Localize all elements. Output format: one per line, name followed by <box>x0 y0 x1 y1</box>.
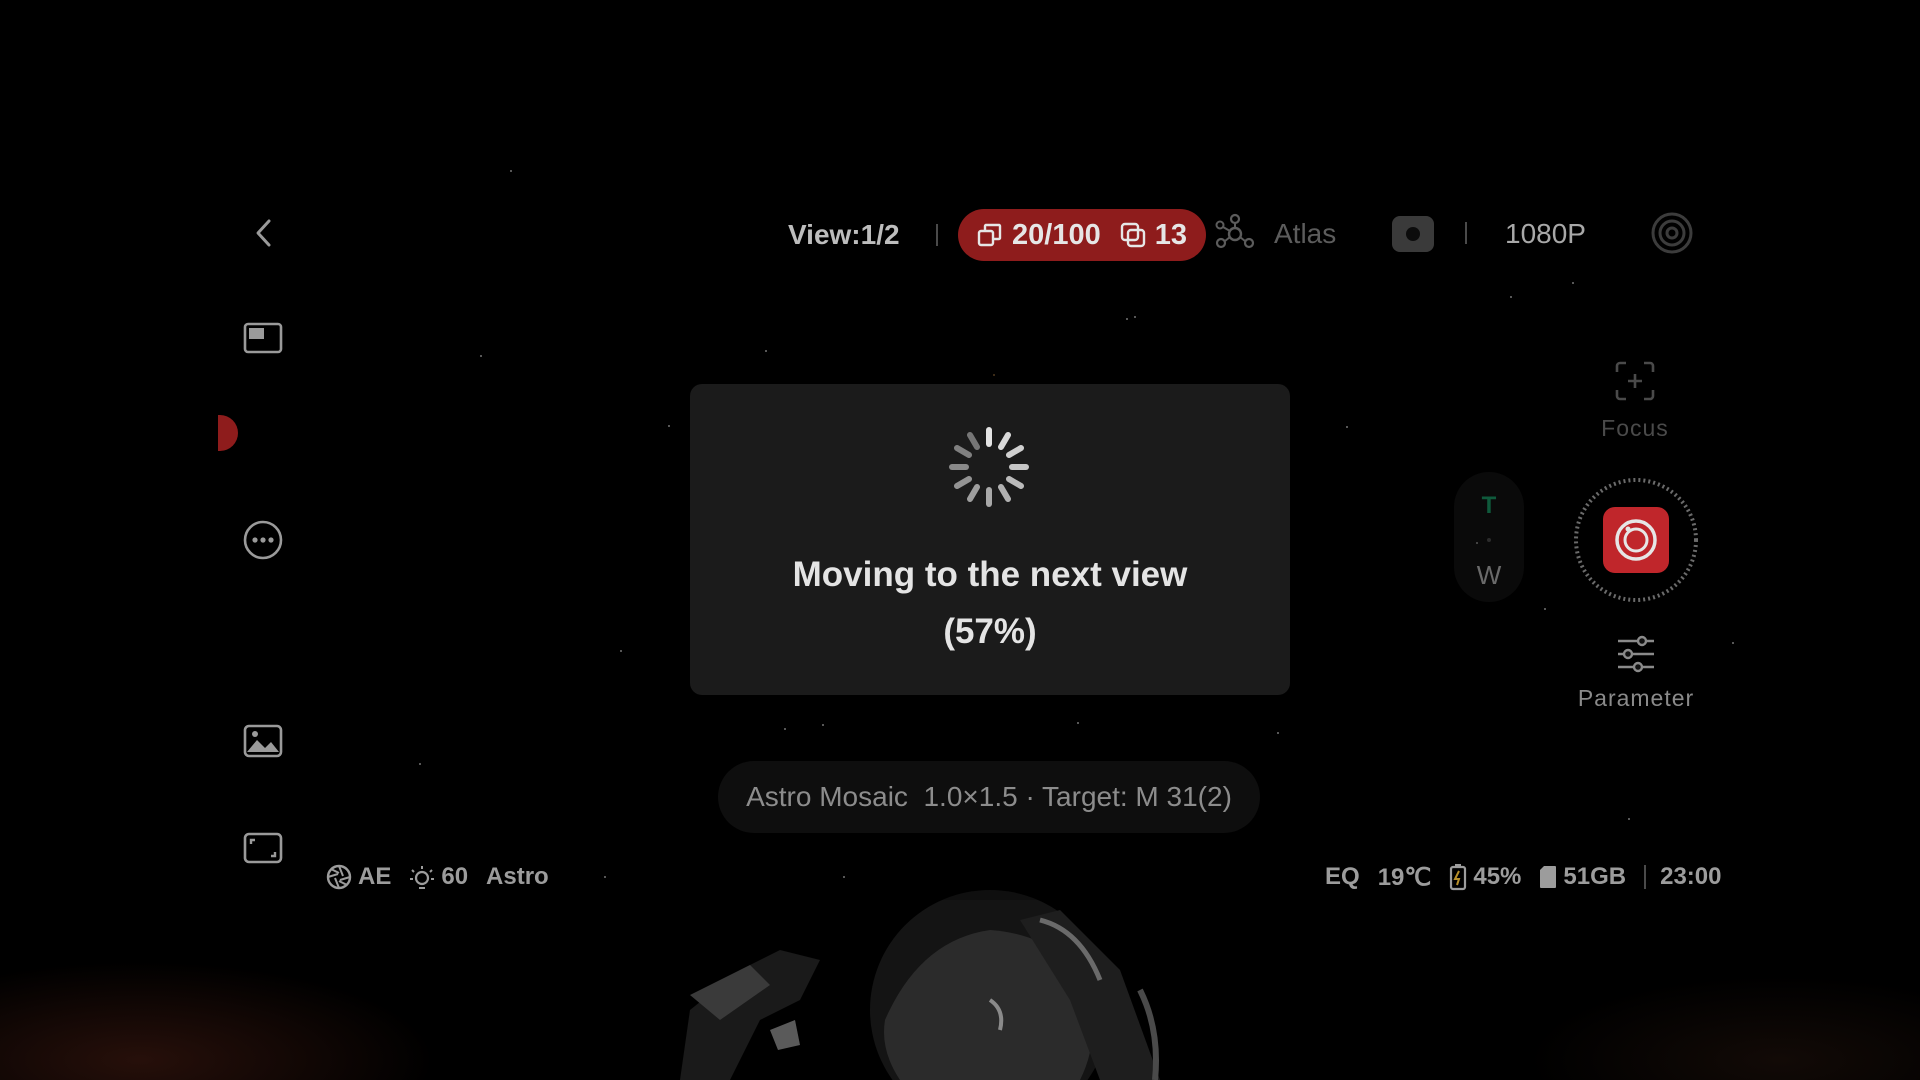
exposure-mode[interactable]: AE <box>326 863 391 891</box>
dialog-title: Moving to the next view <box>792 555 1188 594</box>
zoom-tele[interactable]: T <box>1454 492 1524 520</box>
parameter-label: Parameter <box>1577 685 1695 711</box>
battery-icon <box>1450 864 1467 891</box>
more-icon[interactable] <box>243 520 283 560</box>
storage-value: 51GB <box>1563 863 1627 890</box>
gallery-icon[interactable] <box>243 724 283 758</box>
fullscreen-icon[interactable] <box>243 832 283 864</box>
telescope-mount <box>680 890 1160 1080</box>
zoom-dot <box>1487 538 1491 542</box>
layout-icon[interactable] <box>243 322 283 354</box>
status-bar-left: AE 60 Astro <box>326 862 567 892</box>
brightness[interactable]: 60 <box>409 863 468 891</box>
temperature-value: 19℃ <box>1377 863 1432 891</box>
brightness-value: 60 <box>441 863 469 890</box>
exposure-mode-label: AE <box>358 863 392 890</box>
focus-button[interactable]: Focus <box>1580 360 1690 442</box>
stack-count: 13 <box>1154 218 1187 251</box>
atlas-label: Atlas <box>1274 218 1337 249</box>
capture-count-pill[interactable]: 20/100 13 <box>958 209 1206 261</box>
brightness-icon <box>410 866 435 889</box>
back-chevron-icon[interactable] <box>248 213 278 253</box>
parameter-button[interactable]: Parameter <box>1562 634 1710 712</box>
focus-label: Focus <box>1601 415 1669 441</box>
temperature: 19℃ <box>1378 863 1432 892</box>
sd-card-icon <box>1540 866 1557 888</box>
divider <box>1644 865 1647 889</box>
divider <box>936 224 938 246</box>
storage: 51GB <box>1539 863 1626 891</box>
target-ring-icon[interactable] <box>1650 211 1694 255</box>
scene-mode-label: Astro <box>486 863 549 890</box>
spinner-icon <box>949 427 1029 507</box>
divider <box>1465 222 1467 244</box>
camera-icon[interactable] <box>1392 216 1434 252</box>
zoom-control[interactable]: T W <box>1454 472 1524 602</box>
battery: 45% <box>1449 863 1521 891</box>
status-bar-right: EQ 19℃ 45% 51GB 23:00 <box>1325 862 1739 892</box>
time-value: 23:00 <box>1660 863 1722 890</box>
shutter-icon[interactable] <box>1572 476 1700 604</box>
stack-frames-icon <box>977 223 1002 247</box>
mount-mode: EQ <box>1325 863 1360 891</box>
focus-icon <box>1615 361 1655 401</box>
stacked-icon <box>1120 222 1145 248</box>
resolution-selector[interactable]: 1080P <box>1505 218 1586 250</box>
atlas-icon <box>1215 213 1255 249</box>
battery-value: 45% <box>1473 863 1522 890</box>
aperture-icon <box>326 864 352 890</box>
clock: 23:00 <box>1660 863 1721 891</box>
dialog-progress: (57%) <box>943 612 1037 651</box>
atlas-button[interactable]: Atlas <box>1214 210 1336 258</box>
frames-count: 20/100 <box>1012 218 1101 251</box>
mount-mode-label: EQ <box>1325 863 1360 890</box>
sliders-icon <box>1618 635 1654 673</box>
scene-mode[interactable]: Astro <box>486 863 549 891</box>
zoom-wide[interactable]: W <box>1454 560 1524 591</box>
view-indicator: View:1/2 <box>788 219 900 250</box>
mode-info-pill[interactable]: Astro Mosaic 1.0×1.5 · Target: M 31(2) <box>718 761 1260 833</box>
